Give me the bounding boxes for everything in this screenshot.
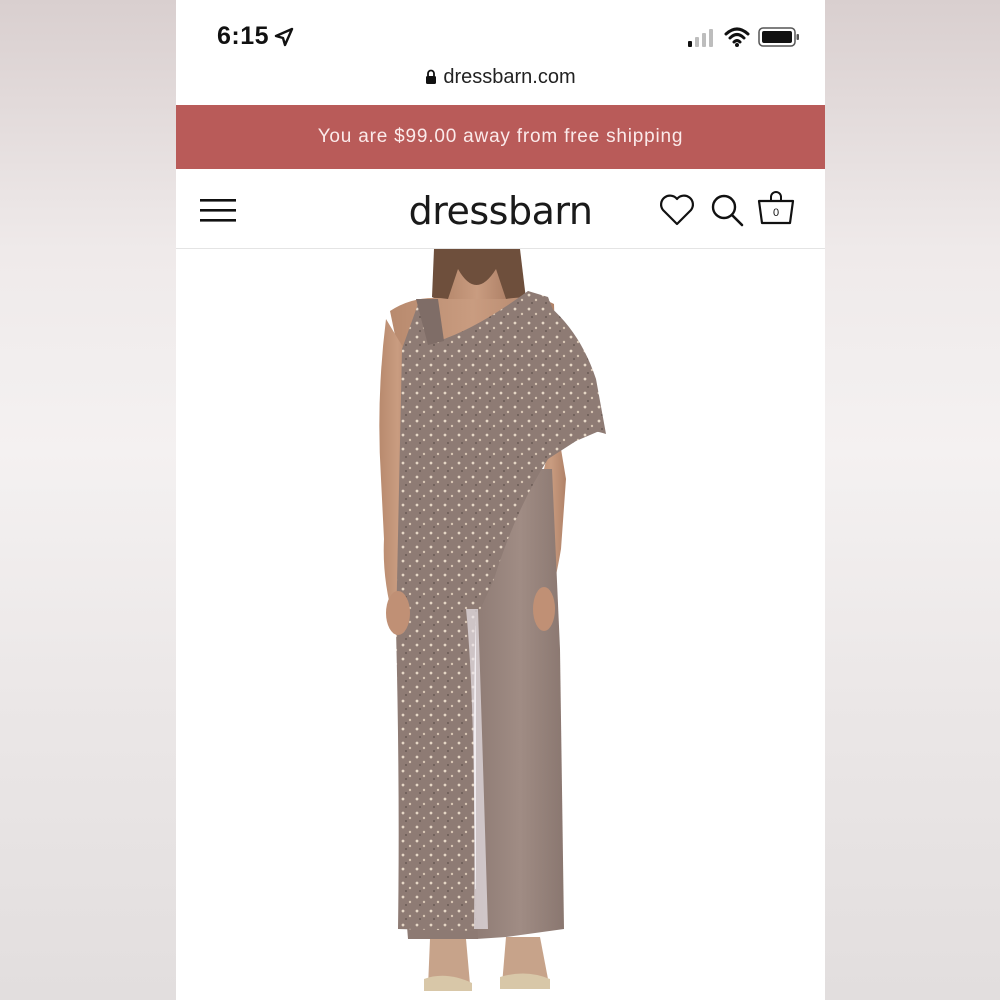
- heart-icon[interactable]: [658, 193, 696, 227]
- site-header: dressbarn 0: [176, 169, 825, 249]
- status-bar: 6:15: [176, 0, 825, 60]
- product-image[interactable]: [176, 249, 825, 1000]
- address-bar[interactable]: dressbarn.com: [176, 62, 825, 92]
- signal-icon: [688, 29, 713, 47]
- battery-icon: [758, 27, 799, 47]
- free-shipping-text: You are $99.00 away from free shipping: [317, 126, 684, 147]
- product-photo: [379, 249, 606, 991]
- free-shipping-banner: You are $99.00 away from free shipping: [176, 105, 825, 169]
- search-icon[interactable]: [710, 193, 746, 229]
- background-left: [0, 0, 176, 1000]
- location-arrow-icon: [274, 27, 294, 47]
- url-text: dressbarn.com: [443, 65, 576, 88]
- lock-icon: [426, 69, 437, 84]
- background-right: [824, 0, 1000, 1000]
- phone-screen: 6:15 dressbarn.com You are $99.00 away f…: [176, 0, 825, 1000]
- wifi-icon: [724, 27, 750, 47]
- bag-icon[interactable]: 0: [756, 189, 796, 227]
- svg-text:0: 0: [773, 207, 779, 219]
- status-time: 6:15: [217, 22, 270, 50]
